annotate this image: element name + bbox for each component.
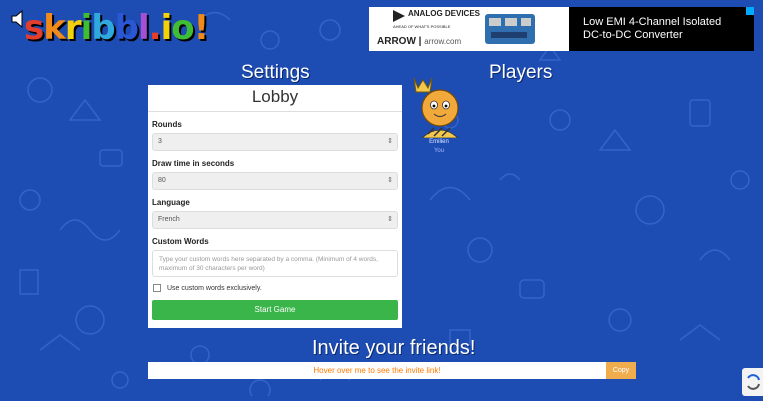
logo-letter: .	[148, 8, 162, 48]
settings-heading: Settings	[241, 62, 310, 83]
advertisement-banner[interactable]: ANALOG DEVICES AHEAD OF WHAT'S POSSIBLE …	[369, 7, 754, 51]
players-heading: Players	[489, 62, 553, 83]
logo-letter: o	[171, 8, 194, 48]
start-game-button[interactable]: Start Game	[152, 300, 398, 320]
player-name: Emilien	[429, 139, 449, 145]
ad-brand-sub: AHEAD OF WHAT'S POSSIBLE	[393, 24, 451, 29]
exclusive-checkbox[interactable]	[153, 284, 161, 292]
player-you-tag: You	[433, 148, 445, 154]
logo-letter: k	[43, 8, 66, 48]
logo-text: skribbl.io!	[24, 8, 209, 48]
language-label: Language	[152, 198, 190, 207]
invite-link-field[interactable]: Hover over me to see the invite link!	[148, 362, 606, 379]
exclusive-row[interactable]: Use custom words exclusively.	[153, 284, 402, 292]
logo-letter: i	[160, 8, 173, 48]
rounds-select[interactable]: 3 ⇕	[152, 133, 398, 151]
recaptcha-icon	[747, 374, 760, 390]
language-value: French	[158, 216, 180, 223]
player-avatar	[413, 77, 460, 139]
arrow-url: arrow.com	[424, 37, 462, 46]
rounds-value: 3	[158, 138, 162, 145]
recaptcha-badge[interactable]	[742, 368, 763, 396]
player-card: Emilien You	[410, 72, 468, 162]
circuit-board-image	[485, 14, 535, 44]
logo-letter: b	[114, 8, 139, 48]
custom-words-label: Custom Words	[152, 237, 209, 246]
exclusive-label: Use custom words exclusively.	[167, 284, 262, 292]
ad-choices-icon[interactable]	[746, 7, 754, 15]
ad-brand-name: ANALOG DEVICES	[408, 9, 481, 18]
drawtime-select[interactable]: 80 ⇕	[152, 172, 398, 190]
arrow-brand: ARROW	[377, 36, 416, 47]
logo-letter: b	[91, 8, 115, 48]
copy-button[interactable]: Copy	[606, 362, 636, 379]
custom-words-textarea[interactable]: Type your custom words here separated by…	[152, 250, 398, 277]
settings-panel: Lobby Rounds 3 ⇕ Draw time in seconds 80…	[148, 85, 402, 328]
arrow-logo: ARROW | arrow.com	[377, 36, 462, 47]
logo-letter: l	[138, 8, 150, 48]
select-arrows-icon: ⇕	[387, 177, 393, 184]
logo-letter: r	[64, 8, 82, 48]
logo-letter: i	[80, 8, 93, 48]
invite-bar: Hover over me to see the invite link! Co…	[148, 362, 636, 379]
lobby-title: Lobby	[148, 87, 402, 112]
logo-letter: s	[24, 8, 44, 48]
rounds-label: Rounds	[152, 120, 182, 129]
select-arrows-icon: ⇕	[387, 138, 393, 145]
logo-letter: !	[193, 8, 209, 48]
select-arrows-icon: ⇕	[387, 216, 393, 223]
skribbl-logo: skribbl.io!	[10, 6, 209, 50]
invite-title: Invite your friends!	[312, 337, 476, 359]
drawtime-value: 80	[158, 177, 166, 184]
ad-left: ANALOG DEVICES AHEAD OF WHAT'S POSSIBLE …	[369, 7, 569, 51]
ad-headline: Low EMI 4-Channel Isolated DC-to-DC Conv…	[569, 7, 754, 51]
drawtime-label: Draw time in seconds	[152, 159, 235, 168]
analog-devices-logo: ANALOG DEVICES AHEAD OF WHAT'S POSSIBLE	[393, 10, 480, 31]
language-select[interactable]: French ⇕	[152, 211, 398, 229]
